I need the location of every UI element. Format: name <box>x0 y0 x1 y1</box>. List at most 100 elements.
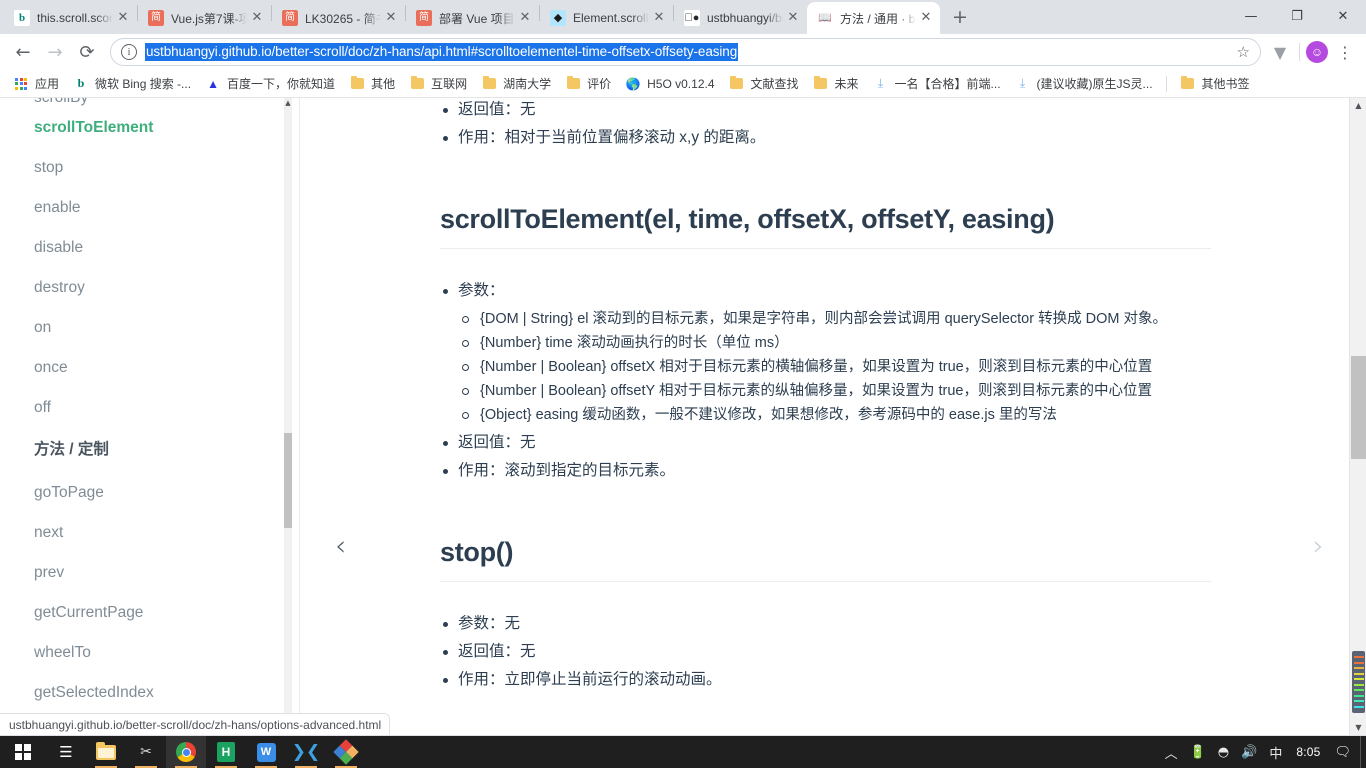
bing-icon: b <box>14 10 30 26</box>
bookmark-folder-future[interactable]: 未来 <box>806 73 866 95</box>
sidebar-scrollbar[interactable]: ▲ <box>284 98 292 735</box>
bookmark-baidu[interactable]: ▲ 百度一下，你就知道 <box>198 73 342 95</box>
close-icon[interactable]: ✕ <box>918 10 934 26</box>
param-text: {Object} easing 缓动函数，一般不建议修改，如果想修改，参考源码中… <box>480 407 1057 423</box>
taskbar-google-chrome[interactable] <box>166 736 206 768</box>
docs-sidebar[interactable]: scrollBy scrollToElement stop enable dis… <box>0 98 300 735</box>
taskbar-wps-office[interactable]: W <box>246 736 286 768</box>
back-button[interactable]: ← <box>8 37 38 67</box>
tray-overflow-icon[interactable]: ︿ <box>1159 736 1184 768</box>
reload-button[interactable]: ⟳ <box>72 37 102 67</box>
taskbar-file-explorer[interactable] <box>86 736 126 768</box>
sidebar-item-on[interactable]: on <box>0 307 299 347</box>
folder-icon <box>481 75 497 92</box>
sidebar-item-stop[interactable]: stop <box>0 147 299 187</box>
tab-better-scroll-docs[interactable]: 📖 方法 / 通用 · bette ✕ <box>807 2 940 34</box>
action-center-icon[interactable]: 🗨 <box>1330 736 1360 768</box>
sidebar-item-disable[interactable]: disable <box>0 227 299 267</box>
tab-deploy-vue[interactable]: 简 部署 Vue 项目到阿 ✕ <box>406 2 539 34</box>
extension-icon[interactable]: ▼ <box>1267 39 1293 65</box>
sidebar-item-prev[interactable]: prev <box>0 552 299 592</box>
sidebar-scrollbar-thumb[interactable] <box>284 433 292 528</box>
address-bar[interactable]: i ustbhuangyi.github.io/better-scroll/do… <box>110 38 1261 66</box>
task-view-button[interactable]: ☰ <box>46 736 86 768</box>
sidebar-item-getselectedindex[interactable]: getSelectedIndex <box>0 672 299 712</box>
profile-avatar[interactable]: ☺ <box>1306 41 1328 63</box>
bookmark-bing[interactable]: b 微软 Bing 搜索 -... <box>66 73 198 95</box>
sidebar-item-enable[interactable]: enable <box>0 187 299 227</box>
chevrons-down-icon: ⤓ <box>1019 76 1026 90</box>
tab-lk30265[interactable]: 简 LK30265 - 简书 ✕ <box>272 2 405 34</box>
bookmark-folder-hunan-university[interactable]: 湖南大学 <box>474 73 558 95</box>
kmplayer-icon <box>333 739 359 765</box>
list-item-effect: 作用：立即停止当前运行的滚动动画。 <box>440 668 1211 692</box>
sidebar-item-getcurrentpage[interactable]: getCurrentPage <box>0 592 299 632</box>
sidebar-item-gotopage[interactable]: goToPage <box>0 472 299 512</box>
sidebar-item-scrolltoelement[interactable]: scrollToElement <box>0 107 299 147</box>
tab-label: LK30265 - 简书 <box>305 11 381 26</box>
bookmark-star-icon[interactable]: ☆ <box>1233 43 1254 61</box>
bookmark-native-js-article[interactable]: ⤓ (建议收藏)原生JS灵... <box>1008 73 1160 95</box>
sidebar-item-destroy[interactable]: destroy <box>0 267 299 307</box>
page-prev-arrow-icon[interactable]: ‹ <box>335 532 346 560</box>
scroll-up-arrow-icon[interactable]: ▲ <box>284 100 292 107</box>
show-desktop-button[interactable] <box>1360 736 1364 768</box>
volume-icon[interactable]: 🔊 <box>1235 736 1263 768</box>
new-tab-button[interactable]: + <box>946 4 974 32</box>
close-window-button[interactable]: ✕ <box>1320 0 1366 32</box>
sidebar-item-next[interactable]: next <box>0 512 299 552</box>
list-item-effect: 作用：滚动到指定的目标元素。 <box>440 459 1211 483</box>
folder-icon <box>565 75 581 92</box>
chrome-menu-icon[interactable]: ⋮ <box>1332 39 1358 65</box>
window-controls: — ❐ ✕ <box>1228 0 1366 34</box>
bookmark-h5o[interactable]: 🌎 H5O v0.12.4 <box>618 73 721 95</box>
bookmark-apps[interactable]: 应用 <box>6 73 66 95</box>
bookmark-frontend-article[interactable]: ⤓ 一名【合格】前端... <box>866 73 1008 95</box>
forward-button[interactable]: → <box>40 37 70 67</box>
close-icon[interactable]: ✕ <box>383 10 399 26</box>
close-icon[interactable]: ✕ <box>651 10 667 26</box>
minimize-button[interactable]: — <box>1228 0 1274 32</box>
bookmark-folder-literature[interactable]: 文献查找 <box>722 73 806 95</box>
battery-icon[interactable]: 🔋 <box>1184 736 1212 768</box>
jianshu-icon: 简 <box>282 10 298 26</box>
scroll-up-arrow-icon[interactable]: ▲ <box>1350 101 1366 110</box>
taskbar-vs-code[interactable]: ❯❮ <box>286 736 326 768</box>
tab-github-better-scroll[interactable]: ● ustbhuangyi/bett ✕ <box>674 2 807 34</box>
sidebar-item-wheelto[interactable]: wheelTo <box>0 632 299 672</box>
page-next-arrow-icon[interactable]: › <box>1313 532 1324 560</box>
bookmark-folder-evaluation[interactable]: 评价 <box>558 73 618 95</box>
tab-this-scroll-scorllto[interactable]: b this.scroll.scorllTo ✕ <box>4 2 137 34</box>
param-el: {DOM | String} el 滚动到的目标元素，如果是字符串，则内部会尝试… <box>458 307 1211 331</box>
page-scrollbar-thumb[interactable] <box>1351 356 1366 459</box>
sidebar-item-scrollby[interactable]: scrollBy <box>0 98 299 107</box>
close-icon[interactable]: ✕ <box>785 10 801 26</box>
clock[interactable]: 8:05 <box>1288 736 1330 768</box>
tab-vuejs-lesson7[interactable]: 简 Vue.js第7课-项目 ✕ <box>138 2 271 34</box>
scroll-down-arrow-icon[interactable]: ▼ <box>1350 723 1366 732</box>
taskbar-hbuilder[interactable]: H <box>206 736 246 768</box>
ime-indicator[interactable]: 中 <box>1263 736 1288 768</box>
sidebar-item-off[interactable]: off <box>0 387 299 427</box>
site-info-icon[interactable]: i <box>121 44 137 60</box>
page-scrollbar[interactable]: ▲ ▼ <box>1349 98 1366 735</box>
start-button[interactable] <box>0 736 46 768</box>
docs-content: 返回值：无 作用：相对于当前位置偏移滚动 x,y 的距离。 scrollToEl… <box>300 98 1366 735</box>
taskbar-kmplayer[interactable] <box>326 736 366 768</box>
bookmark-folder-internet[interactable]: 互联网 <box>402 73 474 95</box>
tab-element-scrollto[interactable]: ◆ Element.scrollTo( ✕ <box>540 2 673 34</box>
maximize-button[interactable]: ❐ <box>1274 0 1320 32</box>
bookmark-other-bookmarks[interactable]: 其他书签 <box>1173 73 1257 95</box>
apps-grid-icon <box>13 76 29 92</box>
url-text[interactable]: ustbhuangyi.github.io/better-scroll/doc/… <box>145 43 739 61</box>
taskbar-snipping-tool[interactable]: ✂ <box>126 736 166 768</box>
close-icon[interactable]: ✕ <box>517 10 533 26</box>
sidebar-item-once[interactable]: once <box>0 347 299 387</box>
toolbar-divider <box>1299 43 1300 61</box>
page-viewport: scrollBy scrollToElement stop enable dis… <box>0 98 1366 735</box>
wifi-icon[interactable]: ◓ <box>1212 736 1235 768</box>
bookmark-folder-other[interactable]: 其他 <box>342 73 402 95</box>
close-icon[interactable]: ✕ <box>115 10 131 26</box>
close-icon[interactable]: ✕ <box>249 10 265 26</box>
